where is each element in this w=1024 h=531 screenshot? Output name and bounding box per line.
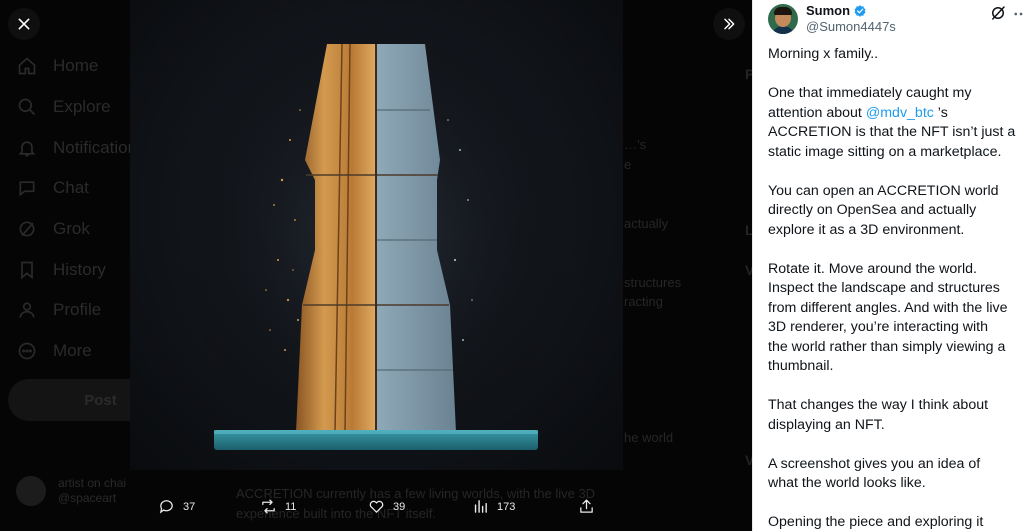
account-name: artist on chai: [58, 476, 127, 490]
heart-icon: [369, 500, 384, 513]
author-handle[interactable]: @Sumon4447s: [806, 19, 896, 34]
verified-badge-icon: [854, 4, 866, 17]
tweet-paragraph: Rotate it. Move around the world. Inspec…: [768, 260, 1008, 375]
reply-count: 37: [183, 500, 196, 513]
like-button[interactable]: 39: [368, 498, 405, 515]
close-icon: [18, 18, 30, 30]
reply-icon: [159, 500, 173, 514]
avatar: [16, 476, 46, 506]
tweet-paragraph: That changes the way I think about displ…: [768, 397, 989, 433]
home-icon: [16, 55, 38, 77]
tweet-paragraph: You can open an ACCRETION world directly…: [768, 182, 999, 238]
nav-label: Grok: [53, 219, 90, 239]
tweet-paragraph: Opening the piece and exploring it: [768, 514, 984, 530]
views-chart-icon: [474, 500, 487, 513]
bell-icon: [16, 137, 38, 159]
tweet-paragraph: Morning x family..: [768, 46, 879, 62]
nav-label: Home: [53, 56, 99, 76]
like-count: 39: [393, 500, 406, 513]
repost-button[interactable]: 11: [260, 498, 296, 515]
background-snippet: e: [624, 157, 632, 172]
repost-count: 11: [285, 500, 297, 513]
more-circle-icon: [16, 340, 38, 362]
chevrons-right-icon: [724, 18, 735, 30]
views-count: 173: [497, 500, 516, 513]
author-name[interactable]: Sumon: [806, 3, 867, 18]
views-button[interactable]: 173: [472, 498, 515, 515]
background-snippet: structures: [624, 275, 682, 290]
background-snippet: actually: [624, 216, 669, 231]
tweet-author: Sumon @Sumon4447s: [768, 2, 1023, 36]
avatar[interactable]: [768, 4, 798, 34]
reply-button[interactable]: 37: [158, 498, 195, 515]
tweet-panel: Sumon @Sumon4447s Morning x family.. One…: [752, 0, 1024, 531]
search-icon: [16, 96, 38, 118]
nav-label: More: [53, 341, 92, 361]
grok-icon: [16, 218, 38, 240]
expand-panel-button[interactable]: [713, 8, 745, 40]
nav-label: Chat: [53, 178, 89, 198]
tweet-text: Morning x family.. One that immediately …: [768, 45, 1018, 531]
nav-label: Explore: [53, 97, 111, 117]
share-icon: [580, 499, 593, 513]
author-name-text: Sumon: [806, 3, 851, 18]
background-snippet: he world: [624, 430, 674, 445]
person-icon: [16, 299, 38, 321]
chat-icon: [16, 177, 38, 199]
repost-icon: [262, 499, 275, 514]
tweet-action-bar: 37 11 39 173: [150, 498, 610, 526]
grok-icon[interactable]: [989, 4, 1007, 22]
bookmark-icon: [16, 259, 38, 281]
mention-link[interactable]: @mdv_btc: [866, 105, 934, 121]
account-handle: @spaceart: [58, 491, 117, 505]
background-snippet: …’s: [624, 137, 647, 152]
close-button[interactable]: [8, 8, 40, 40]
tweet-paragraph: One that immediately caught my attention…: [768, 85, 1016, 160]
media-image[interactable]: [130, 0, 623, 470]
background-account: artist on chai @spaceart: [16, 476, 126, 506]
background-snippet: racting: [624, 294, 664, 309]
nav-label: History: [53, 259, 106, 279]
accretion-artwork: [176, 10, 576, 470]
nav-label: Profile: [53, 300, 102, 320]
more-options-icon[interactable]: [1012, 5, 1024, 23]
share-button[interactable]: [578, 498, 603, 515]
tweet-paragraph: A screenshot gives you an idea of what t…: [768, 455, 981, 492]
